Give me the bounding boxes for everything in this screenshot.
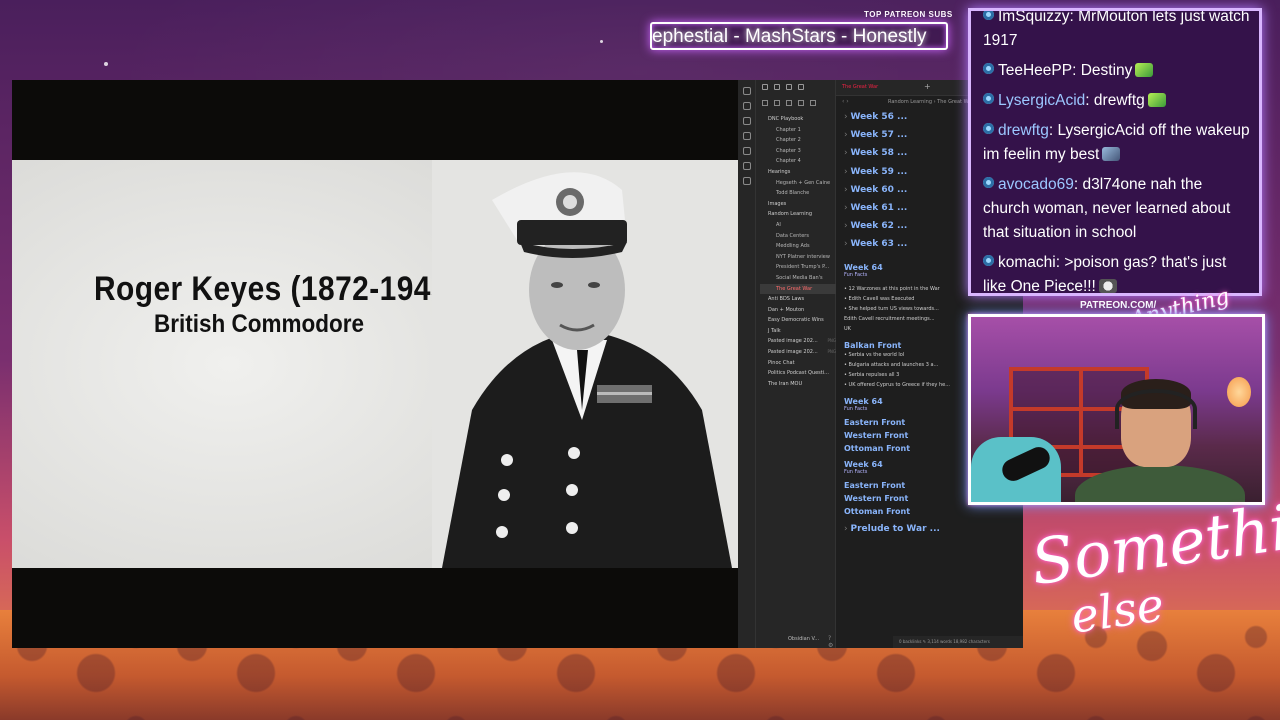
file-tree-item[interactable]: Anti BDS Laws xyxy=(760,294,836,305)
emote-icon xyxy=(1147,93,1166,107)
file-tree-item[interactable]: Data Centers xyxy=(760,231,836,242)
bookmark-icon[interactable] xyxy=(786,84,792,90)
file-tree-item[interactable]: Images xyxy=(760,199,836,210)
close-icon[interactable] xyxy=(810,100,816,106)
file-tree-item[interactable]: Politics Podcast Questi... xyxy=(760,368,836,379)
note-heading: Ottoman Front xyxy=(844,506,911,516)
file-tree-item[interactable]: Chapter 4 xyxy=(760,156,836,167)
chat-username[interactable]: ImSquizzy xyxy=(998,11,1070,25)
file-type-badge: PNG xyxy=(827,349,836,355)
file-tree-item[interactable]: Chapter 2 xyxy=(760,135,836,146)
tab-the-great-war[interactable]: The Great War xyxy=(842,84,878,90)
chat-message: ImSquizzy: MrMouton lets just watch 1917 xyxy=(983,8,1250,49)
file-tree-item[interactable]: President Trump's P... xyxy=(760,262,836,273)
user-badge-icon xyxy=(983,11,994,20)
file-type-badge: PNG xyxy=(827,338,836,344)
emote-icon xyxy=(1102,147,1121,161)
files-icon[interactable] xyxy=(742,87,751,95)
calendar-icon[interactable] xyxy=(742,132,751,140)
video-frame: Roger Keyes (1872-1945) British Commodor… xyxy=(12,160,738,568)
chat-username[interactable]: LysergicAcid xyxy=(998,92,1085,109)
file-sidebar: DNC Playbook Chapter 1 Chapter 2 Chapter 3C… xyxy=(756,80,836,648)
file-tree-item[interactable]: Todd Blanche xyxy=(760,188,836,199)
nav-arrows-icon[interactable]: ‹ › xyxy=(842,98,849,105)
signature-logo: Something else xyxy=(1026,479,1280,644)
file-tree-item[interactable]: The Great War xyxy=(760,283,836,295)
status-bar: 0 backlinks ✎ 3,114 words 18,982 charact… xyxy=(893,636,1023,648)
new-folder-icon[interactable] xyxy=(774,100,780,106)
user-badge-icon xyxy=(983,255,994,266)
file-tree-item[interactable]: Hegseth + Gen Caine xyxy=(760,178,836,189)
headphones-icon xyxy=(1115,389,1197,429)
file-tree-item[interactable]: Chapter 3 xyxy=(760,146,836,157)
chat-username[interactable]: komachi xyxy=(998,254,1056,271)
emote-icon xyxy=(1135,63,1154,77)
collapse-icon[interactable] xyxy=(798,100,804,106)
file-tree-item[interactable]: Meddling Ads xyxy=(760,241,836,252)
file-tree-item[interactable]: J Talk xyxy=(760,326,836,337)
search-icon[interactable] xyxy=(742,102,751,110)
collapsed-heading[interactable]: Prelude to War ... xyxy=(844,522,1023,540)
file-tree-item[interactable]: Dan + Mouton xyxy=(760,305,836,316)
publish-icon[interactable] xyxy=(742,177,751,185)
list-item: • She helped turn US views towards... xyxy=(844,305,939,312)
vault-name[interactable]: Obsidian V... xyxy=(788,636,819,642)
chat-message: drewftg: LysergicAcid off the wakeup im … xyxy=(983,122,1250,163)
emote-icon xyxy=(1098,279,1117,293)
new-tab-icon[interactable]: + xyxy=(924,82,931,91)
graph-icon[interactable] xyxy=(742,117,751,125)
chat-username[interactable]: avocado69 xyxy=(998,176,1074,193)
ticker-label: TOP PATREON SUBS xyxy=(864,10,953,19)
new-note-icon[interactable] xyxy=(762,100,768,106)
breadcrumb: Random Learning › The Great W xyxy=(888,99,969,105)
chat-username[interactable]: TeeHeePP xyxy=(998,62,1072,79)
file-tree-item[interactable]: Chapter 1 xyxy=(760,125,836,136)
ribbon xyxy=(738,80,756,648)
patreon-ticker: ephestial - MashStars - Honestly xyxy=(650,22,948,50)
video-panel[interactable]: Roger Keyes (1872-1945) British Commodor… xyxy=(12,80,738,648)
chat-message: LysergicAcid: drewftg xyxy=(983,89,1253,113)
chat-username[interactable]: drewftg xyxy=(998,122,1049,139)
file-tree-item[interactable]: Hearings xyxy=(760,167,836,178)
portrait-photo xyxy=(432,160,738,568)
file-tree-item[interactable]: Social Media Ban's xyxy=(760,273,836,284)
chat-message: avocado69: d3l74one nah the church woman… xyxy=(983,176,1231,241)
terminal-icon[interactable] xyxy=(742,162,751,170)
chat-text: drewftg xyxy=(1093,92,1145,109)
canvas-icon[interactable] xyxy=(742,147,751,155)
ticker-text: ephestial - MashStars - Honestly xyxy=(652,26,927,47)
new-note-icon[interactable] xyxy=(798,84,804,90)
file-tree-item[interactable]: DNC Playbook xyxy=(760,114,836,125)
video-subtitle: British Commodore xyxy=(154,310,365,338)
help-icon[interactable]: ? ⚙ xyxy=(828,635,835,648)
chat-panel: ImSquizzy: MrMouton lets just watch 1917… xyxy=(968,8,1262,296)
video-title: Roger Keyes (1872-1945) xyxy=(94,270,459,308)
chat-text: Destiny xyxy=(1080,62,1133,79)
user-badge-icon xyxy=(983,123,994,134)
file-tree-item[interactable]: NYT Platner interview xyxy=(760,252,836,263)
webcam xyxy=(968,314,1265,505)
lamp xyxy=(1227,377,1251,407)
user-badge-icon xyxy=(983,93,994,104)
file-tree-item[interactable]: Pinoc Chat xyxy=(760,358,836,369)
file-tree-item[interactable]: Pasted image 202... PNG xyxy=(760,336,836,347)
file-tree-item[interactable]: Easy Democratic Wins xyxy=(760,315,836,326)
user-badge-icon xyxy=(983,63,994,74)
file-tree-item[interactable]: Random Learning xyxy=(760,209,836,220)
user-badge-icon xyxy=(983,177,994,188)
chat-message: TeeHeePP: Destiny xyxy=(983,59,1253,83)
file-tree-item[interactable]: The Iran MOU xyxy=(760,379,836,390)
folder-icon[interactable] xyxy=(762,84,768,90)
search-icon[interactable] xyxy=(774,84,780,90)
file-tree-item[interactable]: Pasted image 202... PNG xyxy=(760,347,836,358)
sort-icon[interactable] xyxy=(786,100,792,106)
file-tree-item[interactable]: AI xyxy=(760,220,836,231)
file-tree: DNC Playbook Chapter 1 Chapter 2 Chapter 3C… xyxy=(760,114,836,389)
